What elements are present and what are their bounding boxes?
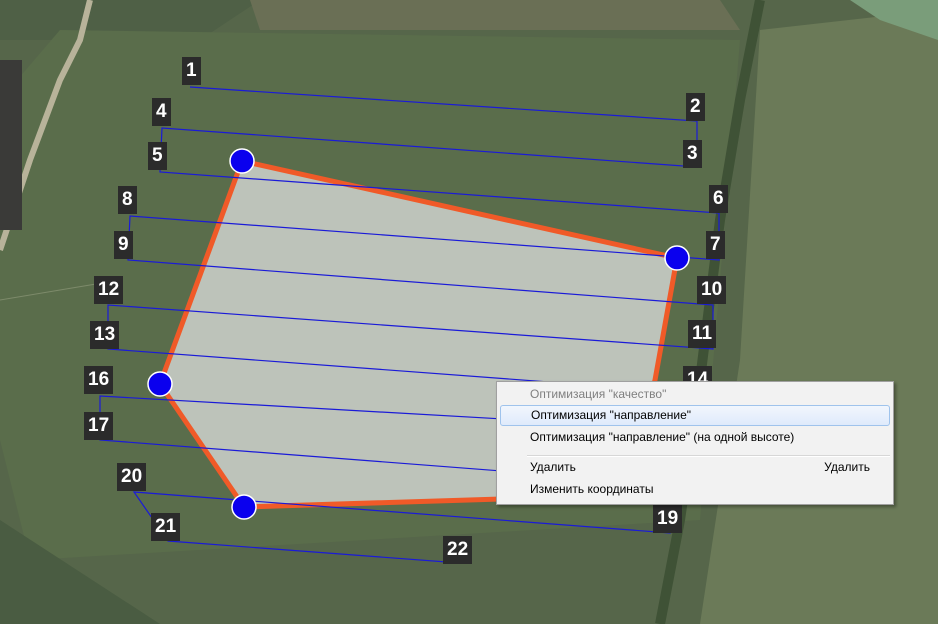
waypoint-label[interactable]: 8 [118,186,137,214]
waypoint-label[interactable]: 16 [84,366,114,394]
waypoint-label[interactable]: 10 [697,276,727,304]
waypoint-label[interactable]: 2 [686,93,705,121]
field-top [250,0,740,30]
waypoint-label[interactable]: 22 [443,536,473,564]
vertex-handle-icon[interactable] [147,371,173,397]
menu-item-delete-label: Удалить [530,460,576,474]
waypoint-label[interactable]: 12 [94,276,124,304]
waypoint-label[interactable]: 17 [84,412,114,440]
building [0,60,22,230]
waypoint-label[interactable]: 21 [151,513,181,541]
vertex-handle-icon[interactable] [229,148,255,174]
menu-item-optimize-direction-same-altitude[interactable]: Оптимизация "направление" (на одной высо… [500,427,890,448]
waypoint-label[interactable]: 7 [706,231,725,259]
waypoint-label[interactable]: 9 [114,231,133,259]
waypoint-label[interactable]: 19 [653,505,683,533]
waypoint-label[interactable]: 13 [90,321,120,349]
waypoint-label[interactable]: 4 [152,98,171,126]
context-menu: Оптимизация "качество" Оптимизация "напр… [496,381,894,505]
satellite-map[interactable] [0,0,938,624]
menu-item-delete[interactable]: Удалить Удалить [500,457,890,478]
waypoint-label[interactable]: 20 [117,463,147,491]
menu-item-optimize-direction[interactable]: Оптимизация "направление" [500,405,890,426]
waypoint-label[interactable]: 6 [709,185,728,213]
waypoint-label[interactable]: 1 [182,57,201,85]
waypoint-label[interactable]: 3 [683,140,702,168]
vertex-handle-icon[interactable] [231,494,257,520]
menu-item-delete-shortcut: Удалить [824,460,870,474]
vertex-handle-icon[interactable] [664,245,690,271]
waypoint-label[interactable]: 14 [683,366,713,381]
menu-item-optimize-quality: Оптимизация "качество" [530,387,667,401]
menu-item-edit-coordinates[interactable]: Изменить координаты [500,479,890,500]
waypoint-label[interactable]: 5 [148,142,167,170]
waypoint-label[interactable]: 11 [688,320,717,348]
